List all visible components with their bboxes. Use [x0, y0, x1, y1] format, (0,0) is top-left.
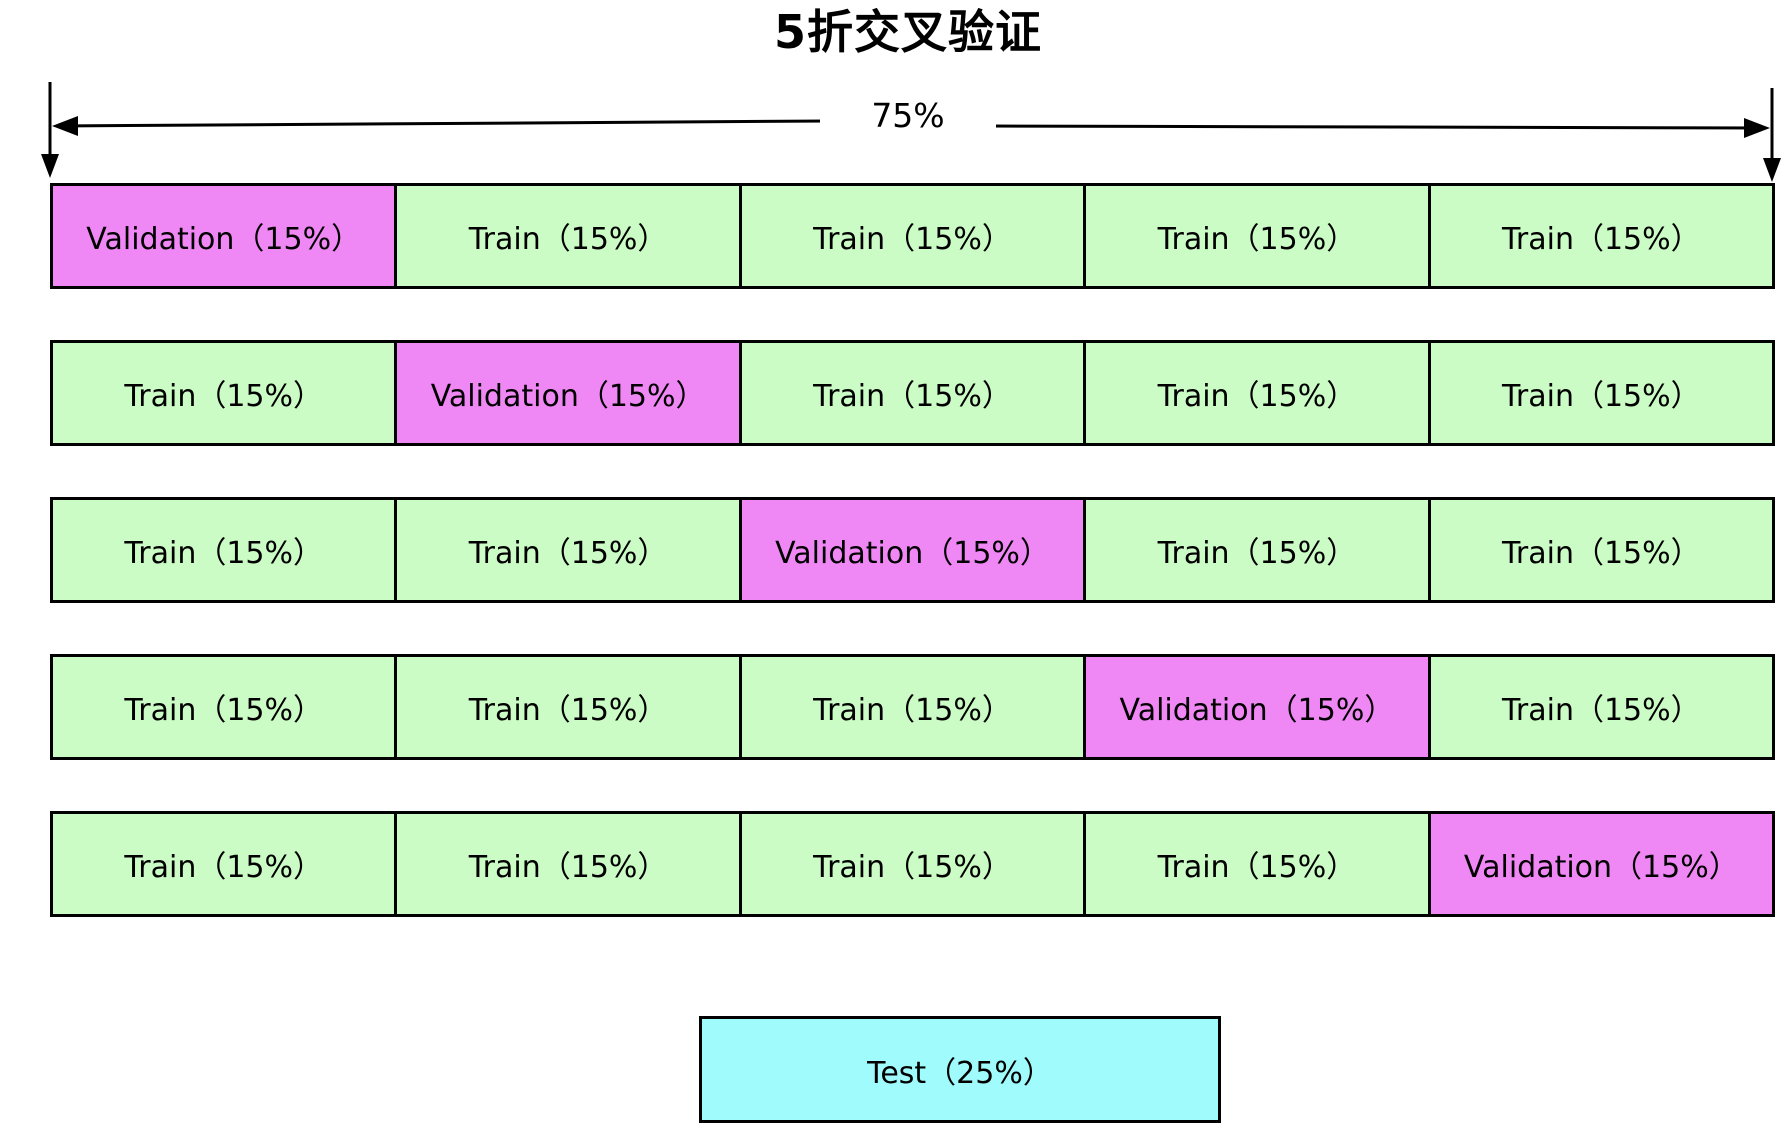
span-arrows: [41, 82, 1781, 182]
train-cell: Train（15%）: [1083, 186, 1428, 286]
fold-row-1: Validation（15%） Train（15%） Train（15%） Train…: [50, 183, 1775, 289]
train-cell: Train（15%）: [53, 814, 395, 914]
validation-cell: Validation（15%）: [738, 500, 1084, 600]
train-cell: Train（15%）: [1427, 343, 1773, 443]
validation-cell: Validation（15%）: [394, 343, 739, 443]
train-cell: Train（15%）: [394, 500, 739, 600]
span-line-right: [989, 124, 1767, 130]
train-cell: Train（15%）: [394, 186, 739, 286]
train-cell: Train（15%）: [738, 343, 1084, 443]
fold-row-3: Train（15%） Train（15%） Validation（15%） Train…: [50, 497, 1775, 603]
test-set-box: Test（25%）: [699, 1016, 1221, 1123]
validation-cell: Validation（15%）: [1083, 657, 1428, 757]
fold-row-5: Train（15%） Train（15%） Train（15%） Train（15%）…: [50, 811, 1775, 917]
train-cell: Train（15%）: [53, 657, 395, 757]
train-cell: Train（15%）: [1083, 500, 1428, 600]
span-line-left: [55, 119, 829, 128]
train-cell: Train（15%）: [394, 814, 739, 914]
train-cell: Train（15%）: [1083, 814, 1428, 914]
train-cell: Train（15%）: [1427, 186, 1773, 286]
validation-cell: Validation（15%）: [1427, 814, 1773, 914]
train-cell: Train（15%）: [1427, 657, 1773, 757]
train-cell: Train（15%）: [1083, 343, 1428, 443]
train-cell: Train（15%）: [738, 657, 1084, 757]
train-cell: Train（15%）: [738, 186, 1084, 286]
fold-row-4: Train（15%） Train（15%） Train（15%） Validation…: [50, 654, 1775, 760]
train-cell: Train（15%）: [738, 814, 1084, 914]
validation-cell: Validation（15%）: [53, 186, 395, 286]
span-percentage-label: 75%: [820, 96, 996, 135]
fold-row-2: Train（15%） Validation（15%） Train（15%） Train…: [50, 340, 1775, 446]
train-cell: Train（15%）: [1427, 500, 1773, 600]
train-cell: Train（15%）: [53, 343, 395, 443]
train-cell: Train（15%）: [394, 657, 739, 757]
train-cell: Train（15%）: [53, 500, 395, 600]
